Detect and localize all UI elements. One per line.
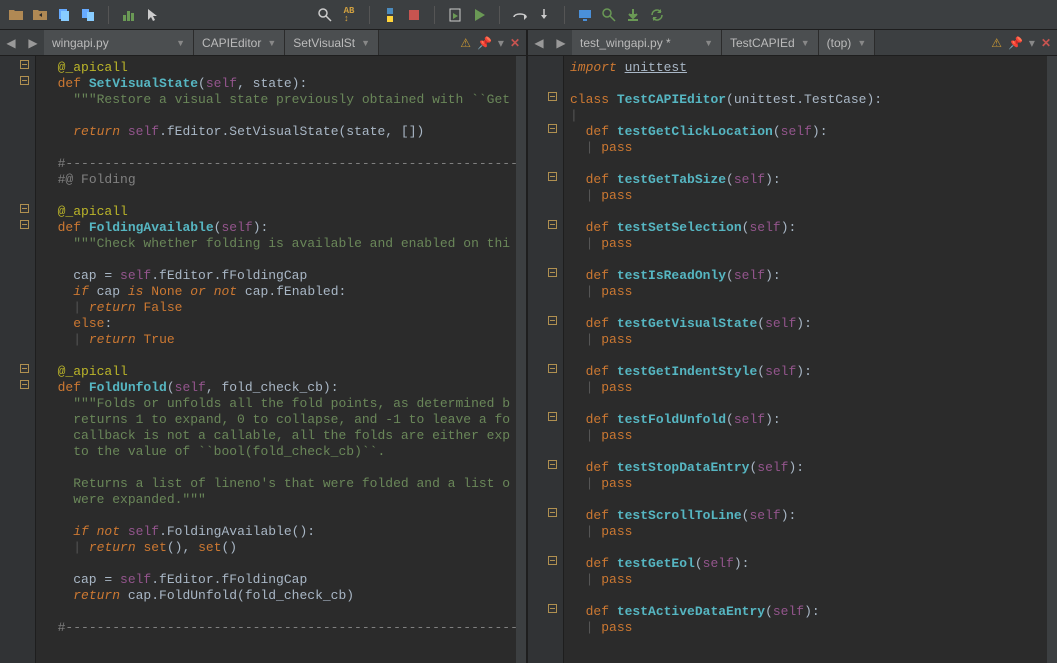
refresh-icon[interactable] bbox=[649, 7, 665, 23]
clipboard-play-icon[interactable] bbox=[447, 7, 463, 23]
right-code-area[interactable]: import unittestclass TestCAPIEditor(unit… bbox=[564, 56, 1047, 663]
file-tab-label: test_wingapi.py * bbox=[580, 36, 671, 50]
right-editor-pane: ◀ ▶ test_wingapi.py * ▼ TestCAPIEd ▼ (to… bbox=[528, 30, 1057, 663]
vertical-scrollbar[interactable] bbox=[516, 56, 526, 663]
crumb-method[interactable]: SetVisualSt ▼ bbox=[285, 30, 379, 55]
ab-replace-icon[interactable]: AB↕ bbox=[341, 7, 357, 23]
chevron-down-icon: ▼ bbox=[801, 38, 810, 48]
tab-nav-back[interactable]: ◀ bbox=[528, 30, 550, 55]
close-icon[interactable]: ✕ bbox=[510, 36, 520, 50]
zoom-icon[interactable] bbox=[601, 7, 617, 23]
pin-icon[interactable]: 📌 bbox=[477, 36, 492, 50]
cursor-arrow-icon[interactable] bbox=[145, 7, 161, 23]
play-icon[interactable] bbox=[471, 7, 487, 23]
chevron-down-icon: ▼ bbox=[361, 38, 370, 48]
stop-icon[interactable] bbox=[406, 7, 422, 23]
step-into-icon[interactable] bbox=[536, 7, 552, 23]
tab-nav-forward[interactable]: ▶ bbox=[22, 30, 44, 55]
crumb-scope[interactable]: (top) ▼ bbox=[819, 30, 876, 55]
left-editor-pane: ◀ ▶ wingapi.py ▼ CAPIEditor ▼ SetVisualS… bbox=[0, 30, 528, 663]
left-editor[interactable]: @_apicall def SetVisualState(self, state… bbox=[0, 56, 526, 663]
copy-docs-icon[interactable] bbox=[80, 7, 96, 23]
left-gutter bbox=[0, 56, 36, 663]
file-tab-left[interactable]: wingapi.py ▼ bbox=[44, 30, 194, 55]
close-icon[interactable]: ✕ bbox=[1041, 36, 1051, 50]
open-folder-icon[interactable] bbox=[8, 7, 24, 23]
monitor-icon[interactable] bbox=[577, 7, 593, 23]
search-icon[interactable] bbox=[317, 7, 333, 23]
file-tab-label: wingapi.py bbox=[52, 36, 109, 50]
right-gutter bbox=[528, 56, 564, 663]
download-icon[interactable] bbox=[625, 7, 641, 23]
file-tab-right[interactable]: test_wingapi.py * ▼ bbox=[572, 30, 722, 55]
crumb-class[interactable]: TestCAPIEd ▼ bbox=[722, 30, 819, 55]
vertical-scrollbar[interactable] bbox=[1047, 56, 1057, 663]
folder-in-icon[interactable] bbox=[32, 7, 48, 23]
right-tabbar: ◀ ▶ test_wingapi.py * ▼ TestCAPIEd ▼ (to… bbox=[528, 30, 1057, 56]
python-icon[interactable] bbox=[382, 7, 398, 23]
left-tabbar: ◀ ▶ wingapi.py ▼ CAPIEditor ▼ SetVisualS… bbox=[0, 30, 526, 56]
pin-icon[interactable]: 📌 bbox=[1008, 36, 1023, 50]
warning-icon[interactable]: ⚠ bbox=[991, 36, 1002, 50]
main-toolbar: AB↕ bbox=[0, 0, 1057, 30]
chevron-down-icon: ▼ bbox=[176, 38, 185, 48]
step-over-icon[interactable] bbox=[512, 7, 528, 23]
left-code-area[interactable]: @_apicall def SetVisualState(self, state… bbox=[36, 56, 516, 663]
right-editor[interactable]: import unittestclass TestCAPIEditor(unit… bbox=[528, 56, 1057, 663]
crumb-class[interactable]: CAPIEditor ▼ bbox=[194, 30, 285, 55]
tab-nav-back[interactable]: ◀ bbox=[0, 30, 22, 55]
chevron-down-icon: ▼ bbox=[857, 38, 866, 48]
more-icon[interactable]: ▾ bbox=[498, 36, 504, 50]
chevron-down-icon: ▼ bbox=[704, 38, 713, 48]
bar-chart-icon[interactable] bbox=[121, 7, 137, 23]
chevron-down-icon: ▼ bbox=[267, 38, 276, 48]
warning-icon[interactable]: ⚠ bbox=[460, 36, 471, 50]
more-icon[interactable]: ▾ bbox=[1029, 36, 1035, 50]
copy-doc-icon[interactable] bbox=[56, 7, 72, 23]
tab-nav-forward[interactable]: ▶ bbox=[550, 30, 572, 55]
